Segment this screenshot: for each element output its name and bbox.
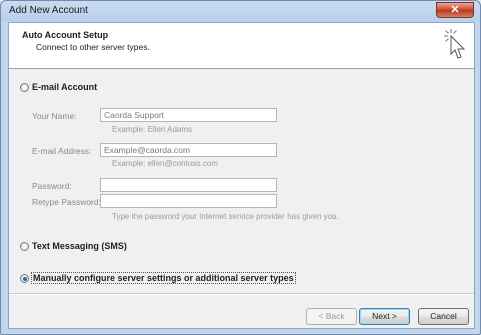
close-icon: ✕ <box>450 4 460 16</box>
your-name-label: Your Name: <box>32 111 77 121</box>
next-button[interactable]: Next > <box>359 308 410 325</box>
password-label: Password: <box>32 181 72 191</box>
email-account-label[interactable]: E-mail Account <box>32 82 97 92</box>
password-hint: Type the password your Internet service … <box>112 212 339 221</box>
password-field[interactable] <box>100 178 277 192</box>
text-messaging-label[interactable]: Text Messaging (SMS) <box>32 241 127 251</box>
dialog-body: Auto Account Setup Connect to other serv… <box>8 22 475 329</box>
retype-password-field[interactable] <box>100 194 277 208</box>
cancel-button[interactable]: Cancel <box>418 308 469 325</box>
text-messaging-radio[interactable] <box>20 242 29 251</box>
wizard-header: Auto Account Setup Connect to other serv… <box>9 23 474 69</box>
your-name-field[interactable]: Caorda Support <box>100 108 277 122</box>
divider <box>9 294 474 295</box>
window-title: Add New Account <box>9 5 88 16</box>
close-button[interactable]: ✕ <box>436 2 474 18</box>
title-bar[interactable]: Add New Account ✕ <box>1 1 480 22</box>
your-name-hint: Example: Ellen Adams <box>112 125 193 134</box>
email-account-radio[interactable] <box>20 83 29 92</box>
email-address-value: Example@caorda.com <box>104 145 191 155</box>
wizard-cursor-icon <box>444 29 466 59</box>
header-subtitle: Connect to other server types. <box>36 42 150 52</box>
email-address-field[interactable]: Example@caorda.com <box>100 143 277 157</box>
your-name-value: Caorda Support <box>104 110 165 120</box>
manual-config-label[interactable]: Manually configure server settings or ad… <box>31 272 296 284</box>
manual-config-radio[interactable] <box>20 274 29 283</box>
back-button[interactable]: < Back <box>306 308 357 325</box>
add-new-account-window: Add New Account ✕ Auto Account Setup Con… <box>0 0 481 335</box>
email-address-label: E-mail Address: <box>32 146 92 156</box>
header-title: Auto Account Setup <box>22 30 109 40</box>
email-address-hint: Example: ellen@contoso.com <box>112 159 218 168</box>
retype-password-label: Retype Password: <box>32 197 101 207</box>
